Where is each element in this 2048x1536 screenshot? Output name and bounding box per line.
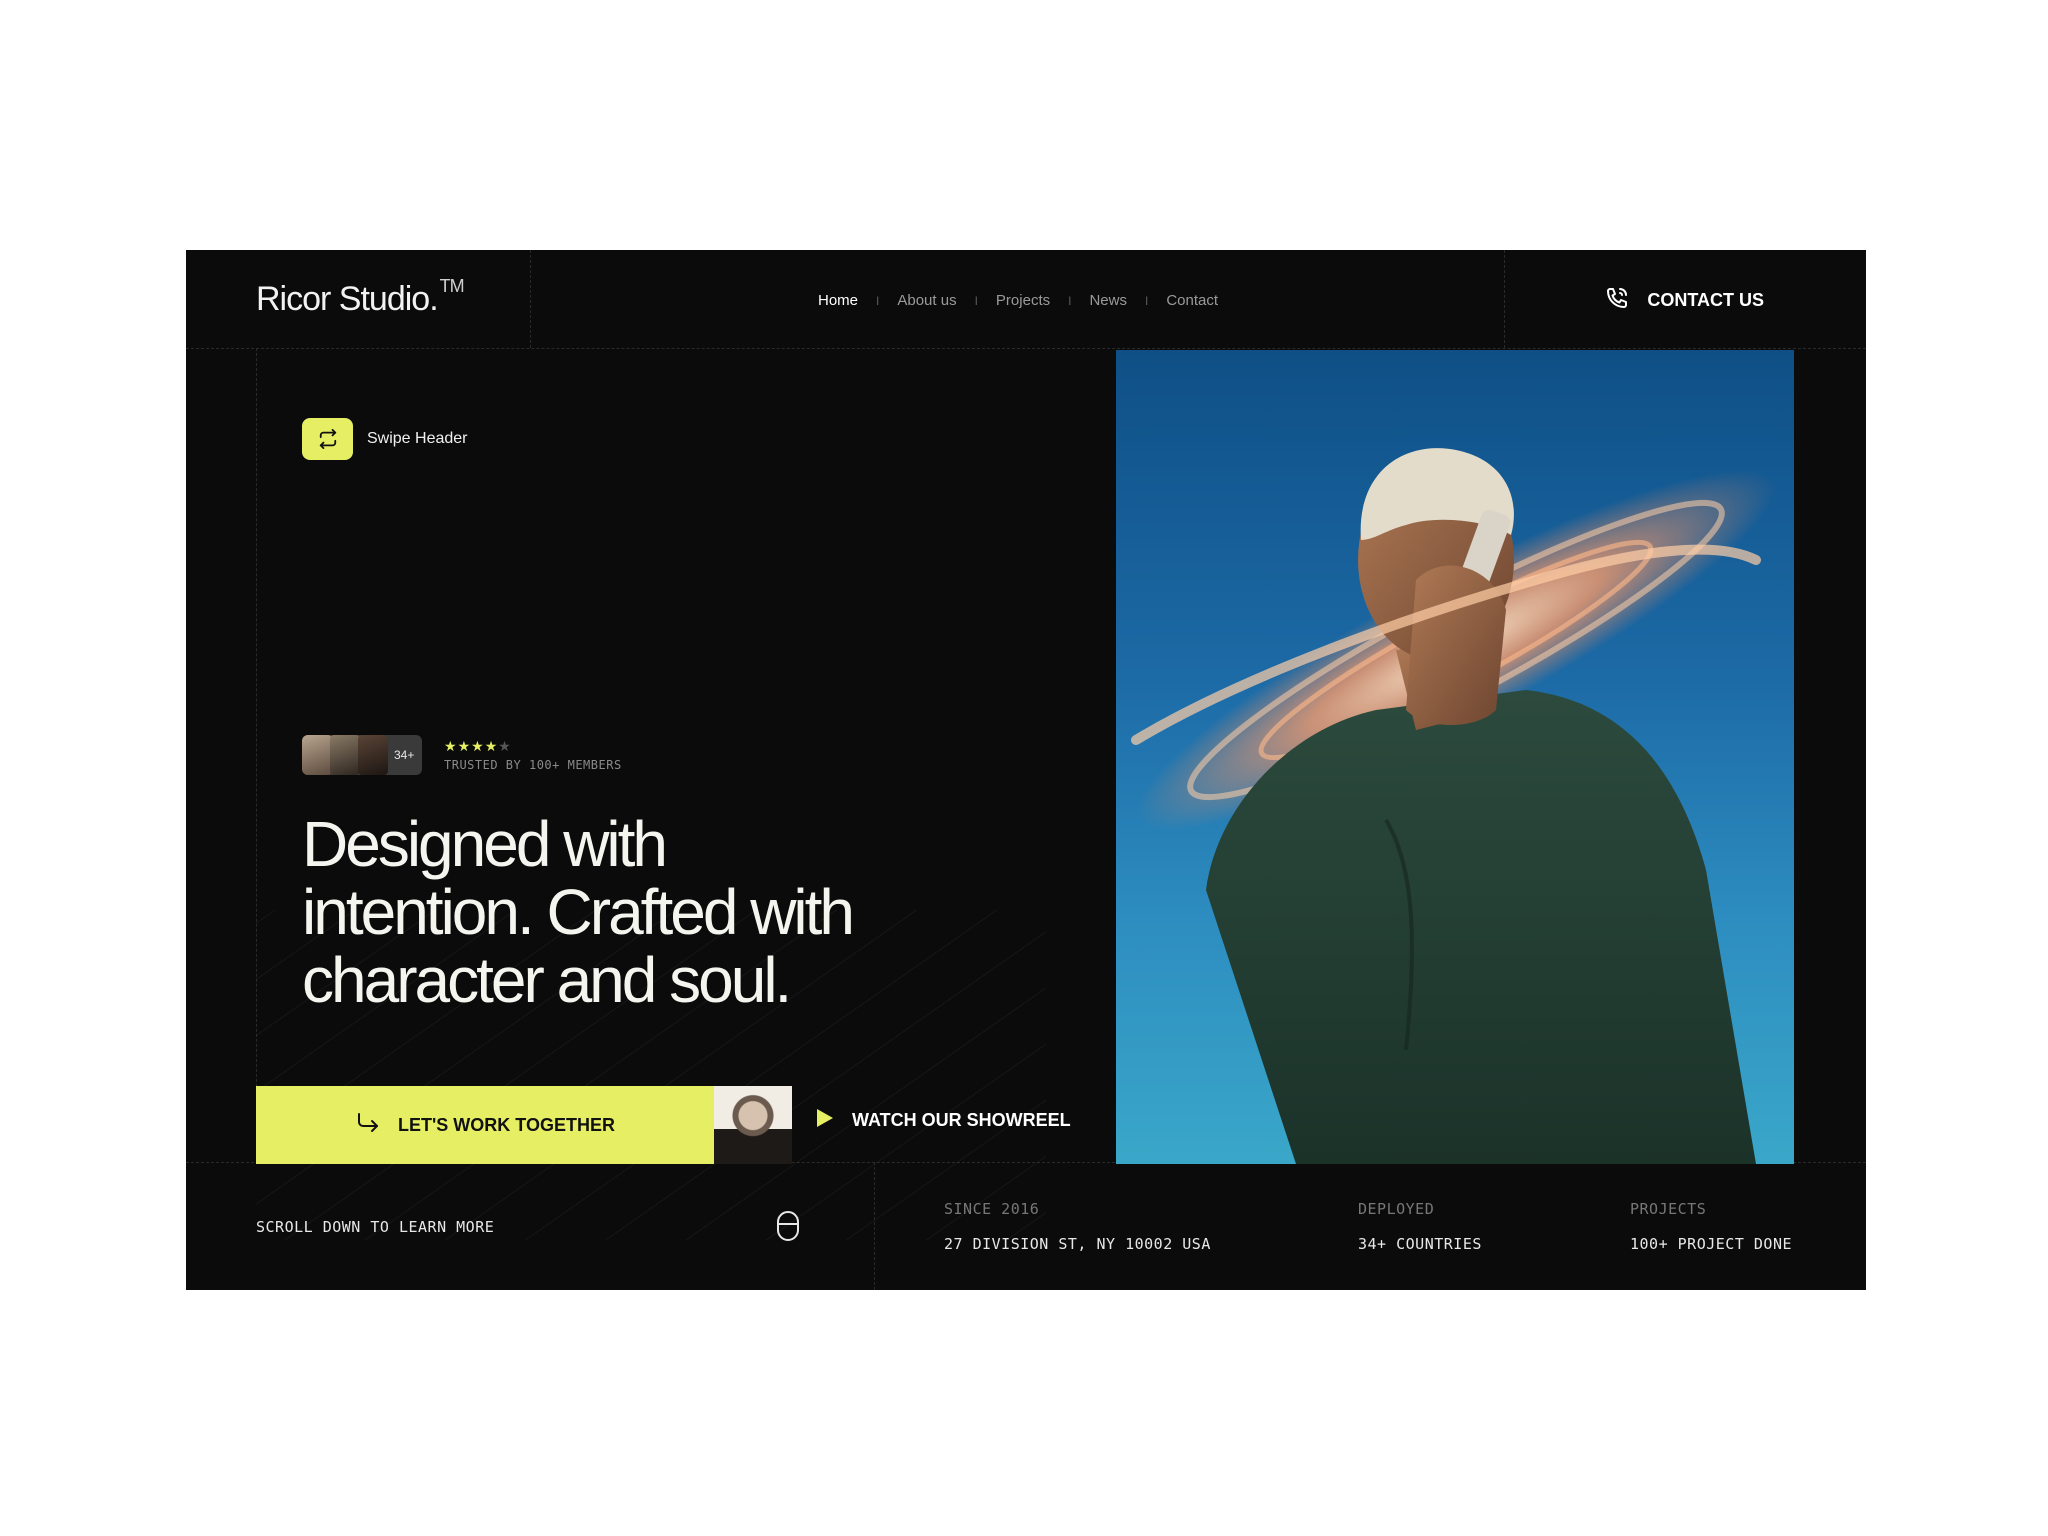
avatar	[302, 735, 332, 775]
trusted-by-text: TRUSTED BY 100+ MEMBERS	[444, 758, 622, 772]
avatar	[330, 735, 360, 775]
stat-label-projects: PROJECTS	[1630, 1200, 1707, 1218]
stat-value-projects-done: 100+ PROJECT DONE	[1630, 1235, 1793, 1253]
star-icon: ★	[457, 738, 472, 754]
star-icon: ★	[498, 738, 512, 754]
headline-line: Designed with	[302, 808, 668, 880]
trademark-mark: TM	[439, 276, 465, 296]
rating-stars: ★★★★★	[444, 738, 512, 755]
scroll-down-text: SCROLL DOWN TO LEARN MORE	[256, 1218, 495, 1236]
member-avatars: 34+	[302, 735, 422, 775]
nav-about[interactable]: About us	[897, 292, 956, 309]
grid-line	[1504, 250, 1505, 348]
nav-projects[interactable]: Projects	[996, 292, 1050, 309]
avatar-count: 34+	[394, 748, 415, 762]
lets-work-together-button[interactable]: LET'S WORK TOGETHER	[256, 1086, 714, 1164]
nav-news[interactable]: News	[1089, 292, 1127, 309]
headline-line: character and soul.	[302, 944, 792, 1016]
mouse-icon[interactable]	[776, 1210, 800, 1247]
hero-headline: Designed with intention. Crafted with ch…	[302, 810, 922, 1014]
watch-showreel-button[interactable]: WATCH OUR SHOWREEL	[816, 1108, 1071, 1133]
hero-image	[1116, 350, 1794, 1164]
arrow-turn-right-icon	[356, 1112, 380, 1139]
repeat-icon	[302, 418, 353, 460]
lets-work-together-label: LET'S WORK TOGETHER	[398, 1114, 615, 1135]
star-icon: ★	[444, 738, 458, 754]
page-frame: Ricor Studio. TM Home I About us I Projec…	[186, 250, 1866, 1290]
headline-line: intention. Crafted with	[302, 876, 855, 948]
contact-us-label: CONTACT US	[1647, 290, 1764, 310]
logo[interactable]: Ricor Studio. TM	[256, 276, 465, 319]
nav-separator: I	[1144, 293, 1149, 308]
nav-separator: I	[1068, 293, 1072, 308]
nav-separator: I	[876, 293, 880, 308]
header-divider	[186, 348, 1866, 349]
main-nav: Home I About us I Projects I News I Cont…	[818, 292, 1218, 309]
nav-contact[interactable]: Contact	[1166, 292, 1218, 309]
phone-icon	[1605, 286, 1629, 315]
star-icon: ★	[484, 738, 499, 754]
grid-line	[530, 250, 531, 348]
swipe-header-toggle[interactable]: Swipe Header	[302, 418, 468, 460]
nav-home[interactable]: Home	[818, 292, 858, 309]
contact-us-button[interactable]: CONTACT US	[1605, 286, 1764, 315]
stat-label-deployed: DEPLOYED	[1358, 1200, 1435, 1218]
star-icon: ★	[471, 738, 485, 754]
swipe-header-label: Swipe Header	[367, 430, 468, 447]
nav-separator: I	[974, 293, 978, 308]
watch-showreel-label: WATCH OUR SHOWREEL	[852, 1110, 1071, 1130]
logo-text: Ricor Studio.	[256, 280, 439, 318]
avatar	[358, 735, 388, 775]
stat-label-since: SINCE 2016	[944, 1200, 1040, 1218]
team-member-photo	[714, 1086, 792, 1164]
stat-value-countries: 34+ COUNTRIES	[1358, 1235, 1482, 1253]
hero-illustration	[1131, 448, 1776, 1164]
play-icon	[816, 1108, 834, 1133]
stat-value-address: 27 DIVISION ST, NY 10002 USA	[944, 1235, 1211, 1253]
